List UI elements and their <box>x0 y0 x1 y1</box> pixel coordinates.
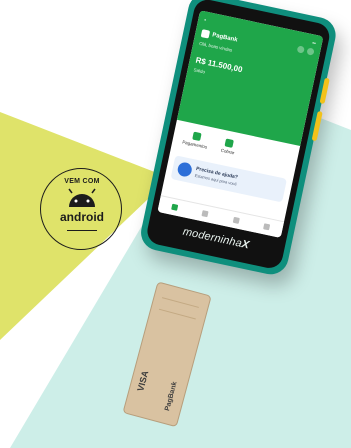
nav-sales-icon[interactable] <box>201 210 209 218</box>
app-name: PagBank <box>211 32 239 44</box>
nav-menu-icon[interactable] <box>263 223 271 231</box>
nav-wallet-icon[interactable] <box>232 216 240 224</box>
badge-divider <box>67 230 97 232</box>
status-left: ▪ <box>203 17 207 24</box>
profile-icon[interactable] <box>306 47 315 56</box>
android-badge: VEM COM android <box>40 168 122 250</box>
quick-action-charge[interactable]: Cobrar <box>220 138 237 156</box>
quick-action-payments[interactable]: Pagamentos <box>182 130 210 150</box>
notification-icon[interactable] <box>296 45 305 54</box>
charge-icon <box>224 138 235 148</box>
brand-suffix: X <box>240 238 251 252</box>
app-logo-icon <box>200 29 211 39</box>
quick-action-label: Cobrar <box>220 147 235 156</box>
status-right: ▪▪ <box>311 40 317 47</box>
badge-android-text: android <box>60 210 104 224</box>
payments-icon <box>191 131 202 141</box>
nav-home-icon[interactable] <box>170 203 178 211</box>
promo-text: Precisa de ajuda? Estamos aqui para você <box>194 166 238 187</box>
help-icon <box>176 161 194 178</box>
badge-top-text: VEM COM <box>64 178 100 185</box>
quick-action-label: Pagamentos <box>181 139 208 150</box>
